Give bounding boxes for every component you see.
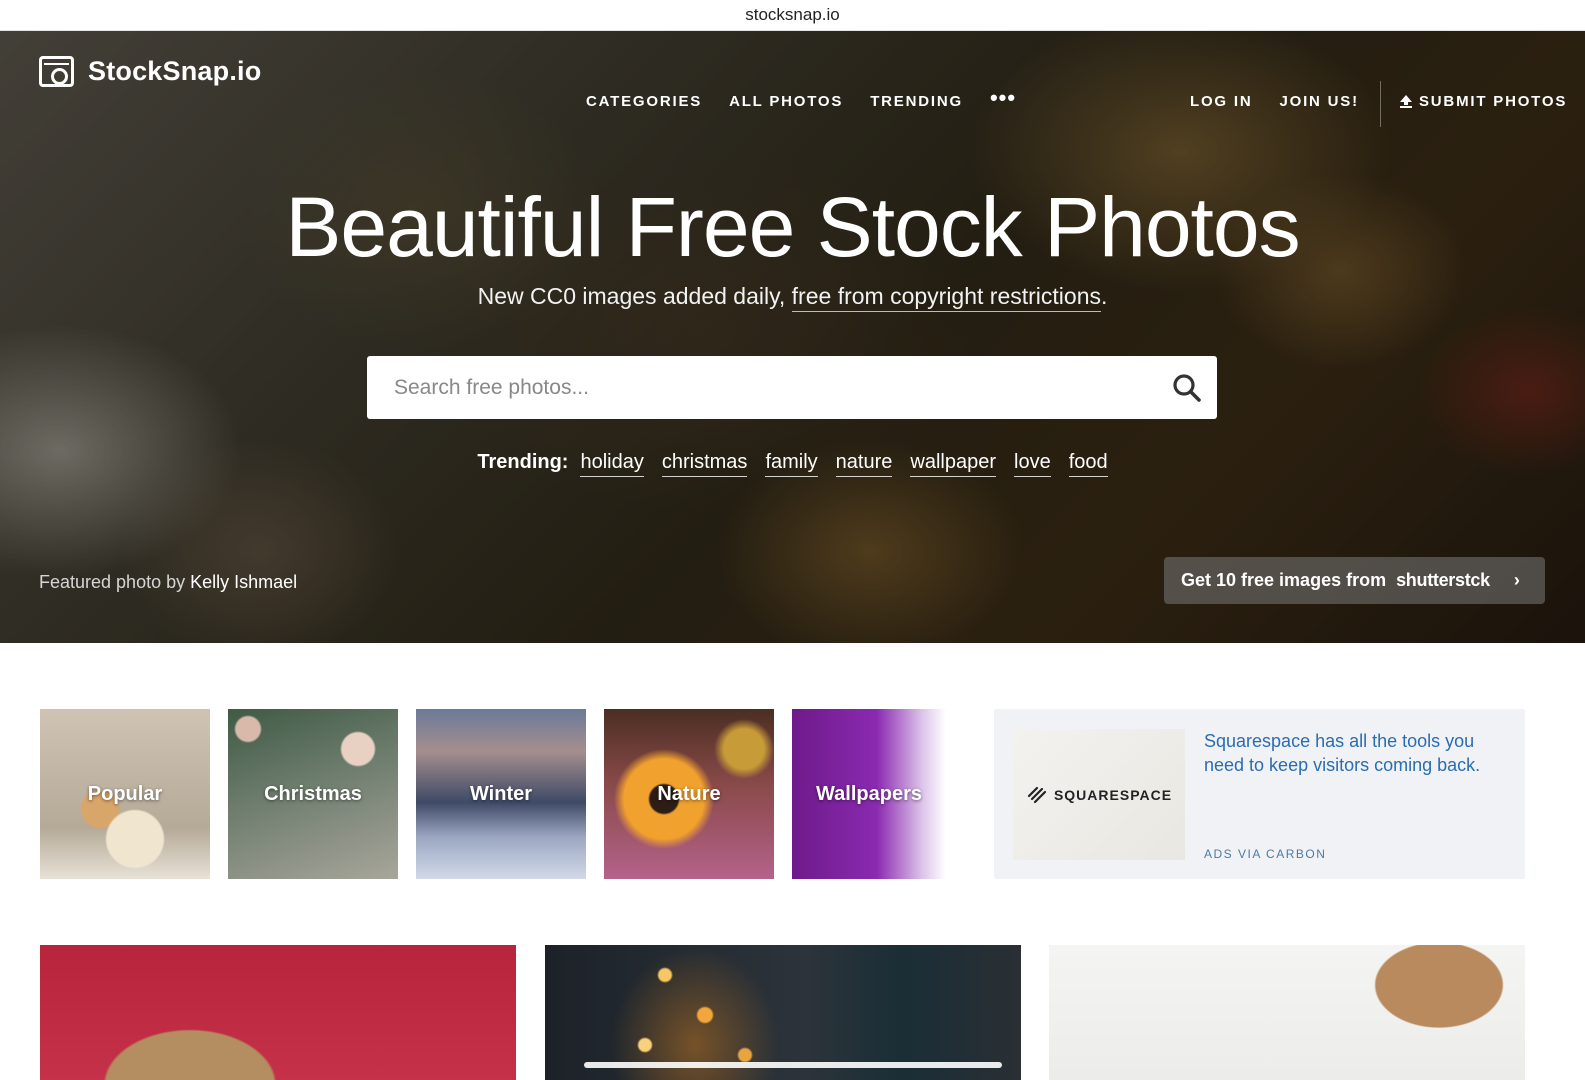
featured-credit: Featured photo by Kelly Ishmael: [39, 572, 297, 593]
chevron-right-icon: ›: [1513, 570, 1520, 590]
category-label: Wallpapers: [816, 782, 922, 805]
subtitle-period: .: [1101, 283, 1108, 309]
featured-author-link[interactable]: Kelly Ishmael: [190, 572, 297, 592]
search-input[interactable]: [367, 356, 1157, 419]
submit-photos-button[interactable]: SUBMIT PHOTOS: [1400, 93, 1567, 110]
search-icon[interactable]: [1157, 356, 1217, 419]
trending-tag[interactable]: family: [765, 451, 818, 477]
photo-tile[interactable]: [40, 945, 516, 1080]
promo-text: Get 10 free images from: [1181, 570, 1387, 590]
nav-trending[interactable]: TRENDING: [870, 93, 963, 110]
browser-url-bar[interactable]: stocksnap.io: [0, 0, 1585, 31]
nav-divider: [1380, 81, 1381, 127]
promo-brand: shutterstck: [1396, 570, 1490, 590]
photo-tile[interactable]: [1049, 945, 1525, 1080]
category-nature[interactable]: Nature: [604, 709, 774, 879]
trending-tag[interactable]: christmas: [661, 451, 748, 477]
trending-label: Trending:: [477, 451, 569, 473]
trending-tags: Trending: holiday christmas family natur…: [0, 451, 1585, 477]
carbon-ad[interactable]: SQUARESPACE Squarespace has all the tool…: [994, 709, 1525, 879]
account-nav: LOG IN JOIN US!: [1190, 93, 1359, 110]
featured-prefix: Featured photo by: [39, 572, 186, 592]
ad-text-link[interactable]: Squarespace has all the tools you need t…: [1204, 729, 1509, 777]
join-link[interactable]: JOIN US!: [1279, 93, 1358, 110]
trending-tag[interactable]: food: [1068, 451, 1108, 477]
category-label: Nature: [657, 782, 721, 805]
hero-section: StockSnap.io CATEGORIES ALL PHOTOS TREND…: [0, 31, 1585, 643]
hero-subtitle: New CC0 images added daily, free from co…: [0, 283, 1585, 312]
category-label: Popular: [87, 782, 163, 805]
category-popular[interactable]: Popular: [40, 709, 210, 879]
logo[interactable]: StockSnap.io: [39, 56, 261, 87]
shutterstock-promo-button[interactable]: Get 10 free images from shutterstck ›: [1164, 557, 1545, 604]
more-menu-icon[interactable]: •••: [990, 87, 1016, 110]
logo-text: StockSnap.io: [88, 56, 262, 86]
search-bar: [367, 356, 1217, 419]
url-text: stocksnap.io: [745, 5, 840, 24]
submit-photos-label: SUBMIT PHOTOS: [1419, 93, 1568, 110]
nav-categories[interactable]: CATEGORIES: [586, 93, 702, 110]
trending-tag[interactable]: wallpaper: [910, 451, 996, 477]
ads-via-carbon-link[interactable]: ADS VIA CARBON: [1204, 847, 1326, 861]
hero-title: Beautiful Free Stock Photos: [285, 180, 1300, 274]
category-christmas[interactable]: Christmas: [228, 709, 398, 879]
trending-tag[interactable]: holiday: [580, 451, 644, 477]
copyright-link[interactable]: free from copyright restrictions: [791, 283, 1101, 312]
trending-tag[interactable]: nature: [835, 451, 893, 477]
photo-tile[interactable]: [545, 945, 1021, 1080]
trending-tag[interactable]: love: [1014, 451, 1051, 477]
nav-all-photos[interactable]: ALL PHOTOS: [729, 93, 843, 110]
ad-brand: SQUARESPACE: [1053, 786, 1173, 803]
main-nav: CATEGORIES ALL PHOTOS TRENDING •••: [586, 87, 1016, 111]
login-link[interactable]: LOG IN: [1190, 93, 1252, 110]
camera-icon: [39, 56, 74, 87]
category-wallpapers[interactable]: Wallpapers: [792, 709, 946, 879]
squarespace-logo-icon: [1027, 786, 1047, 803]
category-label: Winter: [469, 782, 533, 805]
subtitle-text: New CC0 images added daily,: [477, 283, 792, 309]
category-winter[interactable]: Winter: [416, 709, 586, 879]
upload-icon: [1400, 95, 1413, 108]
category-label: Christmas: [264, 782, 362, 805]
ad-image[interactable]: SQUARESPACE: [1013, 729, 1185, 860]
horizontal-scrollbar[interactable]: [584, 1062, 1002, 1068]
